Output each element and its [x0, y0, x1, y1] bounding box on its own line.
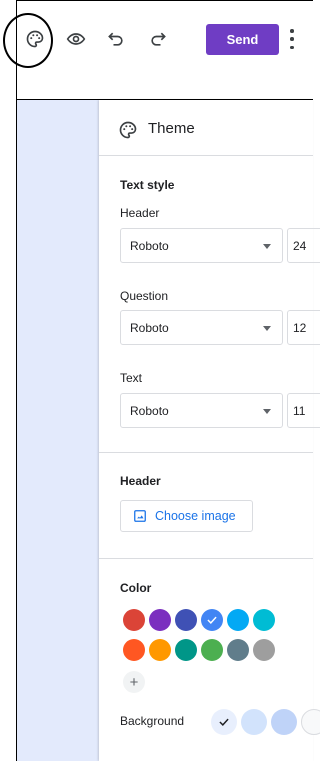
color-swatch[interactable] [227, 609, 249, 631]
redo-icon[interactable] [146, 27, 170, 51]
question-font-select[interactable]: Roboto [120, 310, 283, 345]
image-icon [134, 510, 146, 522]
theme-panel: Theme Text style Header Roboto 24 Questi… [99, 100, 320, 761]
color-swatch[interactable] [123, 639, 145, 661]
more-vert-icon[interactable] [283, 29, 301, 49]
annotation-circle [3, 13, 53, 68]
color-swatch[interactable] [175, 609, 197, 631]
eye-icon[interactable] [64, 27, 88, 51]
color-swatch[interactable] [123, 609, 145, 631]
section-divider [99, 558, 313, 559]
add-color-button[interactable]: + [123, 671, 145, 693]
form-canvas-background [17, 100, 99, 761]
section-divider [99, 452, 313, 453]
header-section-label: Header [120, 474, 161, 488]
text-font-select[interactable]: Roboto [120, 393, 283, 428]
color-swatch[interactable] [253, 639, 275, 661]
chevron-down-icon [263, 409, 271, 414]
color-swatch[interactable] [175, 639, 197, 661]
header-font-select[interactable]: Roboto [120, 228, 283, 263]
background-swatch[interactable] [241, 709, 267, 735]
color-swatch[interactable] [149, 609, 171, 631]
background-swatch[interactable] [271, 709, 297, 735]
color-section-label: Color [120, 581, 152, 595]
form-toolbar: Send [17, 1, 313, 79]
question-font-label: Question [120, 289, 169, 303]
question-size-select[interactable]: 12 [287, 310, 320, 345]
background-swatch[interactable] [211, 709, 237, 735]
undo-icon[interactable] [104, 27, 128, 51]
send-button[interactable]: Send [206, 24, 279, 55]
color-swatch[interactable] [201, 609, 223, 631]
text-size-select[interactable]: 11 [287, 393, 320, 428]
background-swatch[interactable] [301, 709, 320, 735]
background-label: Background [120, 714, 185, 728]
text-style-label: Text style [120, 178, 175, 192]
color-swatch[interactable] [201, 639, 223, 661]
header-font-label: Header [120, 206, 160, 220]
theme-panel-header: Theme [99, 100, 313, 156]
color-swatch[interactable] [227, 639, 249, 661]
chevron-down-icon [263, 244, 271, 249]
header-size-select[interactable]: 24 [287, 228, 320, 263]
choose-image-button[interactable]: Choose image [120, 500, 253, 532]
chevron-down-icon [263, 326, 271, 331]
color-swatch[interactable] [149, 639, 171, 661]
check-icon [207, 616, 217, 624]
text-font-label: Text [120, 371, 143, 385]
color-swatch[interactable] [253, 609, 275, 631]
palette-icon [119, 121, 137, 139]
check-icon [219, 718, 229, 726]
theme-panel-title: Theme [148, 120, 195, 137]
